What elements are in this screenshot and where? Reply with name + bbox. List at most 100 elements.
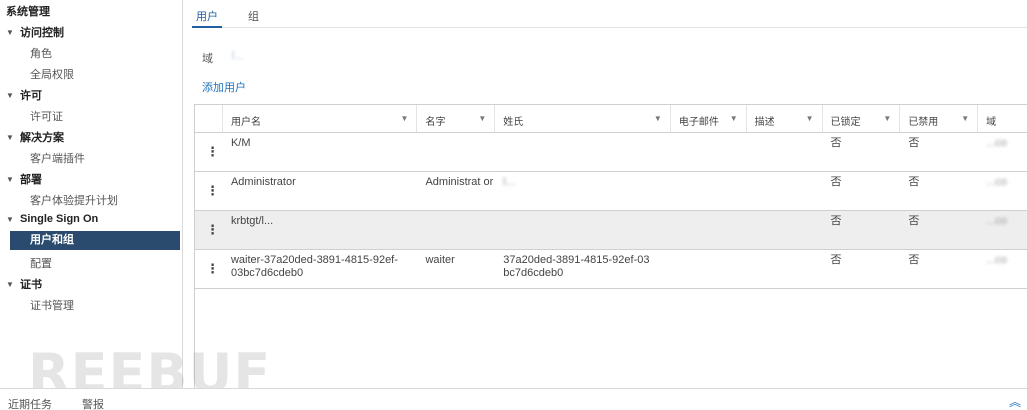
table-header: 用户名 ▼ 名字 ▼ 姓氏 ▼ 电子邮件 ▼ 描述 ▼ 已锁定 ▼ 已禁用 ▼ 域 bbox=[195, 105, 1027, 133]
caret-down-icon: ▼ bbox=[6, 90, 14, 100]
cell-description bbox=[747, 211, 823, 249]
sidebar-group-label: 解决方案 bbox=[20, 132, 64, 144]
sidebar-group-deployment[interactable]: ▼ 部署 bbox=[6, 171, 42, 187]
sidebar-group-label: 许可 bbox=[20, 90, 42, 102]
sidebar-group-solutions[interactable]: ▼ 解决方案 bbox=[6, 129, 64, 145]
cell-description bbox=[747, 133, 823, 171]
sidebar-group-label: 访问控制 bbox=[20, 27, 64, 39]
cell-last-name bbox=[495, 133, 671, 171]
sidebar-item-roles[interactable]: 角色 bbox=[30, 45, 52, 61]
users-table: 用户名 ▼ 名字 ▼ 姓氏 ▼ 电子邮件 ▼ 描述 ▼ 已锁定 ▼ 已禁用 ▼ 域 ⋮ K/M… bbox=[194, 104, 1027, 289]
cell-description bbox=[747, 250, 823, 288]
cell-email bbox=[671, 133, 747, 171]
cell-username: Administrator bbox=[230, 176, 296, 188]
sidebar-group-certificates[interactable]: ▼ 证书 bbox=[6, 276, 42, 292]
filter-icon[interactable]: ▼ bbox=[478, 114, 486, 123]
cell-locked: 否 bbox=[830, 254, 842, 266]
column-header-username[interactable]: 用户名 ▼ bbox=[223, 105, 418, 132]
column-header-label: 名字 bbox=[425, 117, 446, 128]
sidebar-group-label: 证书 bbox=[20, 279, 42, 291]
bottom-bar: 近期任务 警报 ︽ bbox=[0, 388, 1027, 410]
sidebar-group-access-control[interactable]: ▼ 访问控制 bbox=[6, 24, 64, 40]
row-actions-icon[interactable]: ⋮ bbox=[195, 211, 223, 249]
sidebar-group-label: Single Sign On bbox=[20, 213, 99, 225]
cell-first-name: waiter bbox=[425, 254, 455, 266]
row-actions-icon[interactable]: ⋮ bbox=[195, 172, 223, 210]
table-row[interactable]: ⋮ K/M 否 否 ...co bbox=[195, 133, 1027, 172]
sidebar-group-licensing[interactable]: ▼ 许可 bbox=[6, 87, 42, 103]
table-row[interactable]: ⋮ krbtgt/l... 否 否 ...co bbox=[195, 211, 1027, 250]
column-header-disabled[interactable]: 已禁用 ▼ bbox=[900, 105, 979, 132]
expand-up-icon[interactable]: ︽ bbox=[1009, 393, 1021, 410]
sidebar-item-global-permissions[interactable]: 全局权限 bbox=[30, 66, 74, 82]
caret-down-icon: ▼ bbox=[6, 27, 14, 37]
sidebar-title: 系统管理 bbox=[6, 6, 50, 18]
cell-domain: ...co bbox=[986, 176, 1007, 188]
sidebar-item-ceip[interactable]: 客户体验提升计划 bbox=[30, 192, 118, 208]
cell-locked: 否 bbox=[830, 137, 842, 149]
cell-username: krbtgt/l... bbox=[230, 215, 274, 227]
cell-email bbox=[671, 250, 747, 288]
filter-icon[interactable]: ▼ bbox=[401, 114, 409, 123]
filter-icon[interactable]: ▼ bbox=[961, 114, 969, 123]
recent-tasks-tab[interactable]: 近期任务 bbox=[8, 396, 52, 410]
sidebar-group-single-sign-on[interactable]: ▼ Single Sign On bbox=[6, 213, 98, 225]
cell-last-name: l... bbox=[503, 176, 515, 188]
cell-email bbox=[671, 211, 747, 249]
filter-icon[interactable]: ▼ bbox=[654, 114, 662, 123]
column-header-locked[interactable]: 已锁定 ▼ bbox=[823, 105, 901, 132]
cell-locked: 否 bbox=[830, 176, 842, 188]
column-header-label: 姓氏 bbox=[503, 117, 524, 128]
tab-bar: 用户 组 bbox=[192, 0, 1027, 28]
column-header-label: 域 bbox=[986, 117, 997, 128]
sidebar-item-configuration[interactable]: 配置 bbox=[30, 255, 52, 271]
sidebar-item-client-plugins[interactable]: 客户端插件 bbox=[30, 150, 85, 166]
cell-disabled: 否 bbox=[908, 176, 920, 188]
column-header-label: 用户名 bbox=[230, 117, 261, 128]
column-header-domain[interactable]: 域 bbox=[978, 105, 1027, 132]
row-actions-icon[interactable]: ⋮ bbox=[195, 133, 223, 171]
cell-last-name bbox=[495, 211, 671, 249]
column-header-email[interactable]: 电子邮件 ▼ bbox=[671, 105, 747, 132]
cell-email bbox=[671, 172, 747, 210]
row-actions-icon[interactable]: ⋮ bbox=[195, 250, 223, 288]
sidebar-group-label: 部署 bbox=[20, 174, 42, 186]
tab-users[interactable]: 用户 bbox=[192, 0, 222, 28]
filter-icon[interactable]: ▼ bbox=[806, 114, 814, 123]
column-header-last-name[interactable]: 姓氏 ▼ bbox=[495, 105, 671, 132]
cell-last-name: 37a20ded-3891-4815-92ef-03 bc7d6cdeb0 bbox=[503, 254, 650, 279]
caret-down-icon: ▼ bbox=[6, 132, 14, 142]
sidebar: 系统管理 ▼ 访问控制 角色 全局权限 ▼ 许可 许可证 ▼ 解决方案 客户端插… bbox=[0, 0, 183, 388]
cell-domain: ...co bbox=[986, 137, 1007, 149]
column-header-label: 已锁定 bbox=[830, 117, 861, 128]
column-header-description[interactable]: 描述 ▼ bbox=[747, 105, 823, 132]
filter-icon[interactable]: ▼ bbox=[883, 114, 891, 123]
domain-value[interactable]: l... bbox=[232, 50, 244, 62]
domain-label: 域 bbox=[202, 53, 213, 65]
filter-icon[interactable]: ▼ bbox=[730, 114, 738, 123]
sidebar-item-licenses[interactable]: 许可证 bbox=[30, 108, 63, 124]
column-header-label: 描述 bbox=[754, 117, 775, 128]
table-row[interactable]: ⋮ Administrator Administrat or l... 否 否 … bbox=[195, 172, 1027, 211]
cell-description bbox=[747, 172, 823, 210]
sidebar-item-certificate-management[interactable]: 证书管理 bbox=[30, 297, 74, 313]
table-row[interactable]: ⋮ waiter-37a20ded-3891-4815-92ef-03bc7d6… bbox=[195, 250, 1027, 289]
cell-domain: ...co bbox=[986, 254, 1007, 266]
add-user-link[interactable]: 添加用户 bbox=[202, 79, 246, 95]
alarms-tab[interactable]: 警报 bbox=[82, 396, 104, 410]
tab-groups[interactable]: 组 bbox=[244, 0, 263, 28]
cell-username: K/M bbox=[230, 137, 251, 149]
cell-disabled: 否 bbox=[908, 137, 920, 149]
cell-first-name bbox=[417, 211, 495, 249]
column-header-label: 电子邮件 bbox=[678, 117, 719, 128]
column-header-first-name[interactable]: 名字 ▼ bbox=[417, 105, 496, 132]
cell-first-name bbox=[417, 133, 495, 171]
cell-locked: 否 bbox=[830, 215, 842, 227]
cell-username: waiter-37a20ded-3891-4815-92ef-03bc7d6cd… bbox=[230, 254, 398, 279]
caret-down-icon: ▼ bbox=[6, 214, 14, 224]
cell-first-name: Administrat or bbox=[425, 176, 494, 188]
sidebar-item-users-and-groups[interactable]: 用户和组 bbox=[10, 231, 180, 250]
cell-disabled: 否 bbox=[908, 215, 920, 227]
cell-domain: ...co bbox=[986, 215, 1007, 227]
column-header-label: 已禁用 bbox=[908, 117, 939, 128]
